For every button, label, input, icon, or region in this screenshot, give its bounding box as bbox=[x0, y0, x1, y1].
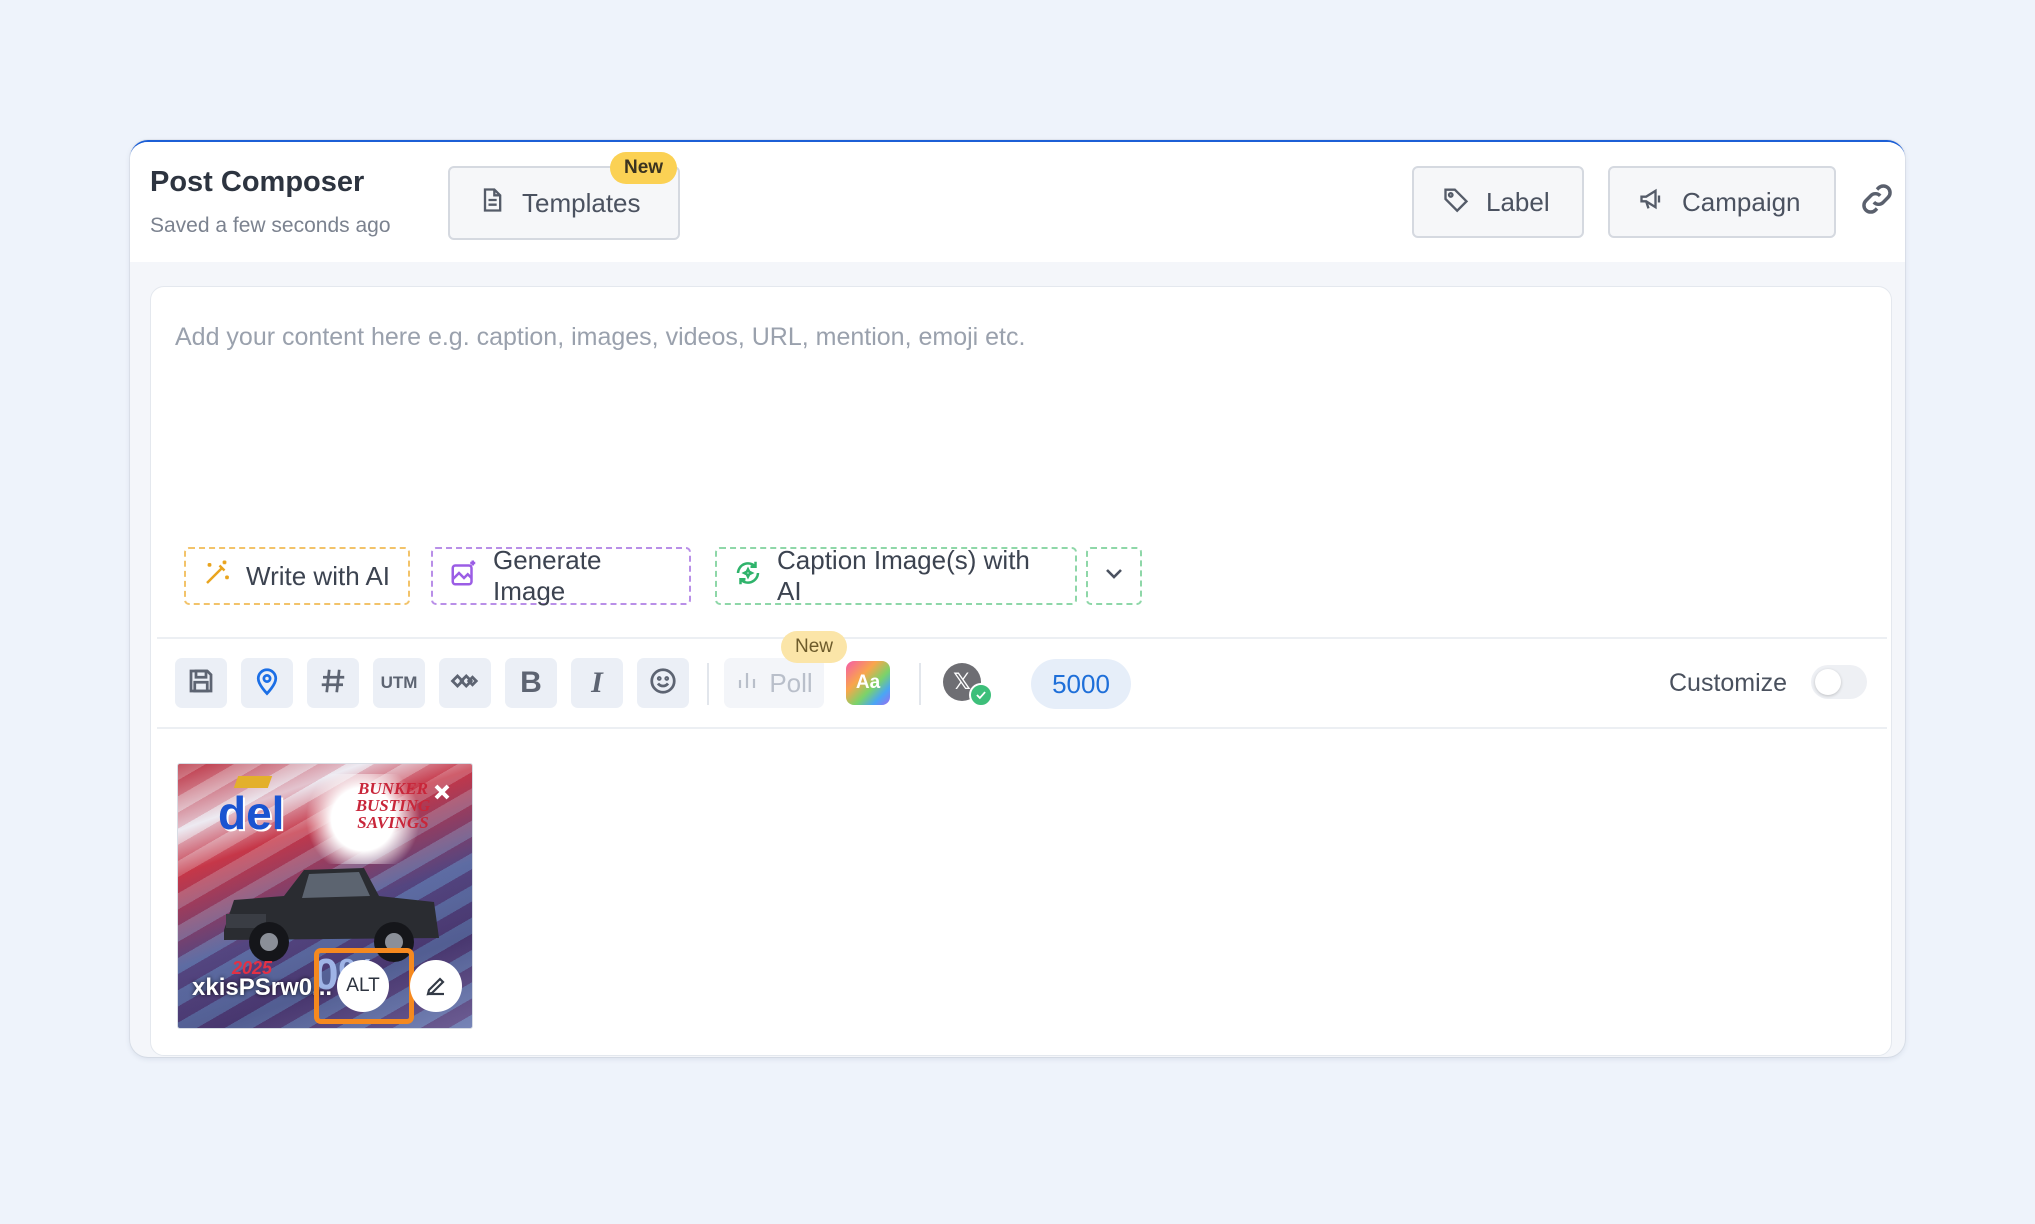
campaign-button[interactable]: Campaign bbox=[1608, 166, 1836, 238]
dealer-logo: del bbox=[218, 787, 285, 839]
magic-wand-icon bbox=[202, 558, 232, 595]
content-editor[interactable]: Add your content here e.g. caption, imag… bbox=[150, 286, 1892, 1056]
floppy-disk-icon bbox=[186, 666, 216, 701]
customize-toggle[interactable] bbox=[1811, 665, 1867, 699]
chevron-down-icon bbox=[1102, 561, 1126, 592]
character-count: 5000 bbox=[1031, 659, 1131, 709]
verified-check-icon bbox=[969, 683, 993, 707]
alt-text-button[interactable]: ALT bbox=[337, 960, 389, 1012]
italic-button[interactable]: I bbox=[571, 658, 623, 708]
save-status: Saved a few seconds ago bbox=[150, 214, 391, 237]
text-style-button[interactable]: Aa bbox=[846, 661, 890, 705]
separator bbox=[919, 663, 921, 705]
close-icon bbox=[434, 784, 450, 800]
toggle-knob bbox=[1815, 669, 1841, 695]
bold-label: B bbox=[520, 666, 542, 699]
caption-images-ai-button[interactable]: Caption Image(s) with AI bbox=[715, 545, 1077, 606]
edit-media-button[interactable] bbox=[410, 960, 462, 1012]
write-with-ai-button[interactable]: Write with AI bbox=[184, 547, 410, 605]
caption-images-label: Caption Image(s) with AI bbox=[777, 545, 1030, 606]
hashtag-button[interactable] bbox=[307, 658, 359, 708]
page-title: Post Composer bbox=[150, 166, 365, 198]
link-chain-icon bbox=[450, 666, 480, 701]
bar-chart-icon bbox=[735, 668, 759, 699]
smiley-icon bbox=[648, 666, 678, 701]
poll-button[interactable]: Poll bbox=[724, 658, 824, 708]
divider bbox=[157, 727, 1887, 729]
media-filename: xkisPSrw0... bbox=[192, 974, 333, 1001]
composer-header: Post Composer Saved a few seconds ago Te… bbox=[130, 142, 1905, 262]
poll-label: Poll bbox=[769, 667, 813, 698]
megaphone-icon bbox=[1638, 185, 1666, 220]
remove-media-button[interactable] bbox=[428, 778, 456, 806]
utm-label: UTM bbox=[380, 673, 418, 692]
italic-label: I bbox=[591, 666, 603, 699]
caption-refresh-icon bbox=[733, 558, 763, 595]
new-badge: New bbox=[610, 152, 678, 184]
map-pin-icon bbox=[252, 666, 282, 701]
link-shortener-button[interactable] bbox=[439, 658, 491, 708]
hashtag-icon bbox=[318, 666, 348, 701]
poll-new-badge: New bbox=[781, 631, 848, 663]
label-button[interactable]: Label bbox=[1412, 166, 1584, 238]
emoji-button[interactable] bbox=[637, 658, 689, 708]
label-button-text: Label bbox=[1486, 186, 1550, 217]
templates-label: Templates bbox=[522, 187, 641, 218]
utm-button[interactable]: UTM bbox=[373, 658, 425, 708]
location-button[interactable] bbox=[241, 658, 293, 708]
customize-label: Customize bbox=[1669, 669, 1788, 697]
more-ai-actions-button[interactable] bbox=[1086, 547, 1142, 605]
document-icon bbox=[478, 186, 506, 221]
link-icon[interactable] bbox=[1858, 180, 1896, 218]
formatting-toolbar: UTM B I Poll New Aa 𝕏 5000 Customize bbox=[151, 631, 1891, 727]
campaign-button-text: Campaign bbox=[1682, 186, 1801, 217]
tag-icon bbox=[1442, 185, 1470, 220]
write-with-ai-label: Write with AI bbox=[246, 560, 391, 591]
media-thumbnail[interactable]: del BUNKER BUSTING SAVINGS 2025 0% xkisP… bbox=[177, 763, 473, 1029]
content-placeholder[interactable]: Add your content here e.g. caption, imag… bbox=[175, 323, 1025, 352]
save-draft-button[interactable] bbox=[175, 658, 227, 708]
generate-image-button[interactable]: Generate Image bbox=[431, 545, 691, 606]
generate-image-label: Generate Image bbox=[493, 545, 602, 606]
separator bbox=[707, 663, 709, 705]
post-composer-card: Post Composer Saved a few seconds ago Te… bbox=[130, 140, 1905, 1057]
bold-button[interactable]: B bbox=[505, 658, 557, 708]
pencil-icon bbox=[426, 977, 445, 996]
image-sparkle-icon bbox=[449, 558, 479, 595]
